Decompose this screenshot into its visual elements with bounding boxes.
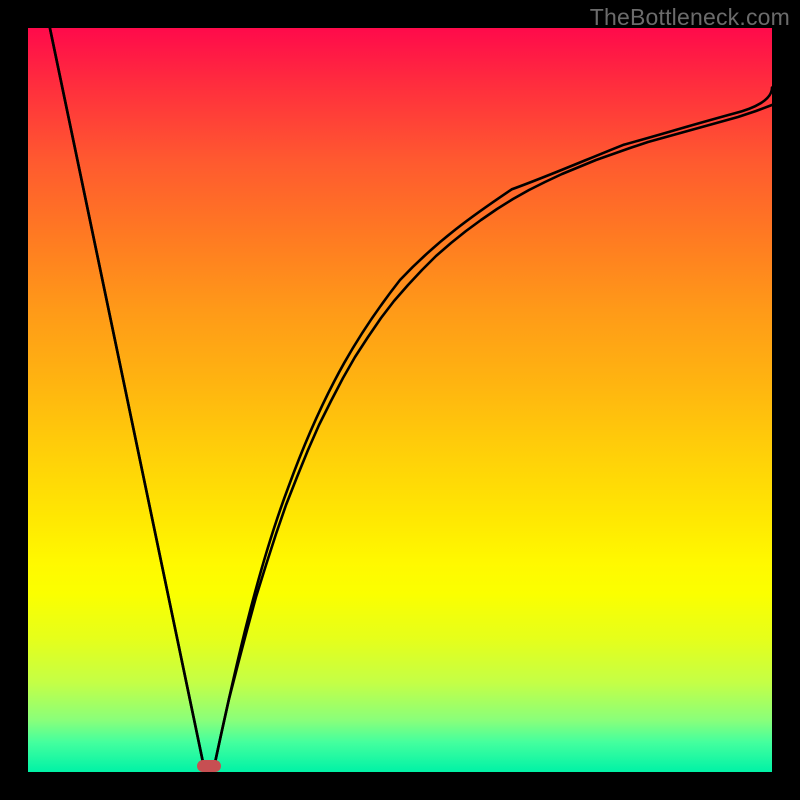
minimum-marker xyxy=(197,760,221,772)
watermark-text: TheBottleneck.com xyxy=(590,4,790,31)
curve-layer-refined xyxy=(28,28,772,772)
right-curve xyxy=(213,105,772,772)
chart-stage: TheBottleneck.com xyxy=(0,0,800,800)
plot-area xyxy=(28,28,772,772)
left-line xyxy=(50,28,205,772)
